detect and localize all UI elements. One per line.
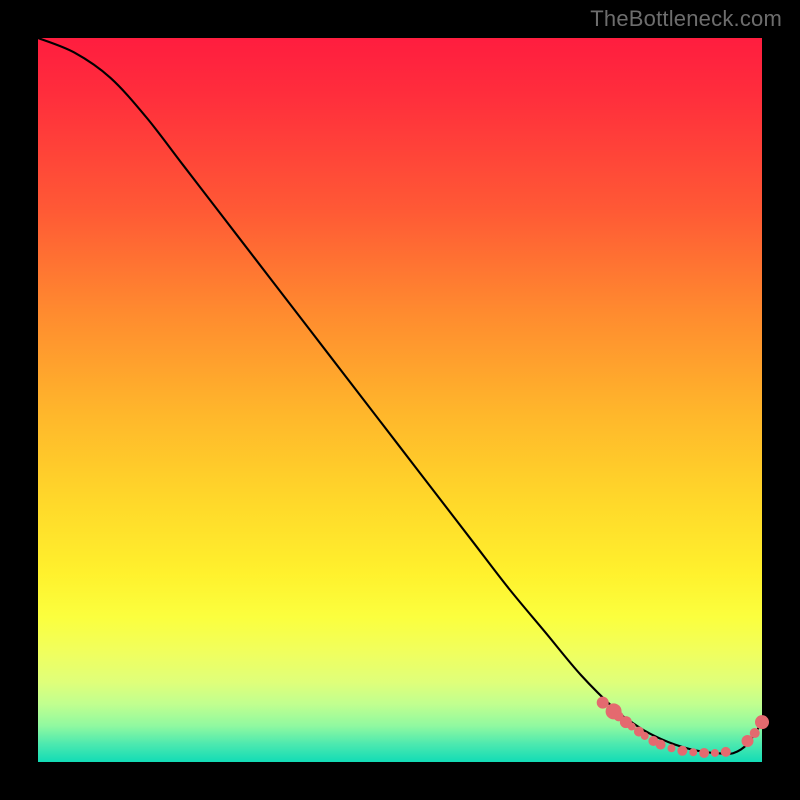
plot-area <box>38 38 762 762</box>
data-point-marker <box>668 744 676 752</box>
data-point-marker <box>597 697 609 709</box>
data-point-marker <box>721 747 731 757</box>
data-point-marker <box>711 749 719 757</box>
data-point-marker <box>755 715 769 729</box>
watermark-text: TheBottleneck.com <box>590 6 782 32</box>
bottleneck-curve <box>38 38 762 754</box>
chart-frame: TheBottleneck.com <box>0 0 800 800</box>
data-point-marker <box>677 746 687 756</box>
data-point-marker <box>641 732 649 740</box>
chart-svg <box>38 38 762 762</box>
data-point-marker <box>656 740 666 750</box>
data-point-marker <box>699 748 709 758</box>
data-point-marker <box>689 748 697 756</box>
data-point-marker <box>750 728 760 738</box>
